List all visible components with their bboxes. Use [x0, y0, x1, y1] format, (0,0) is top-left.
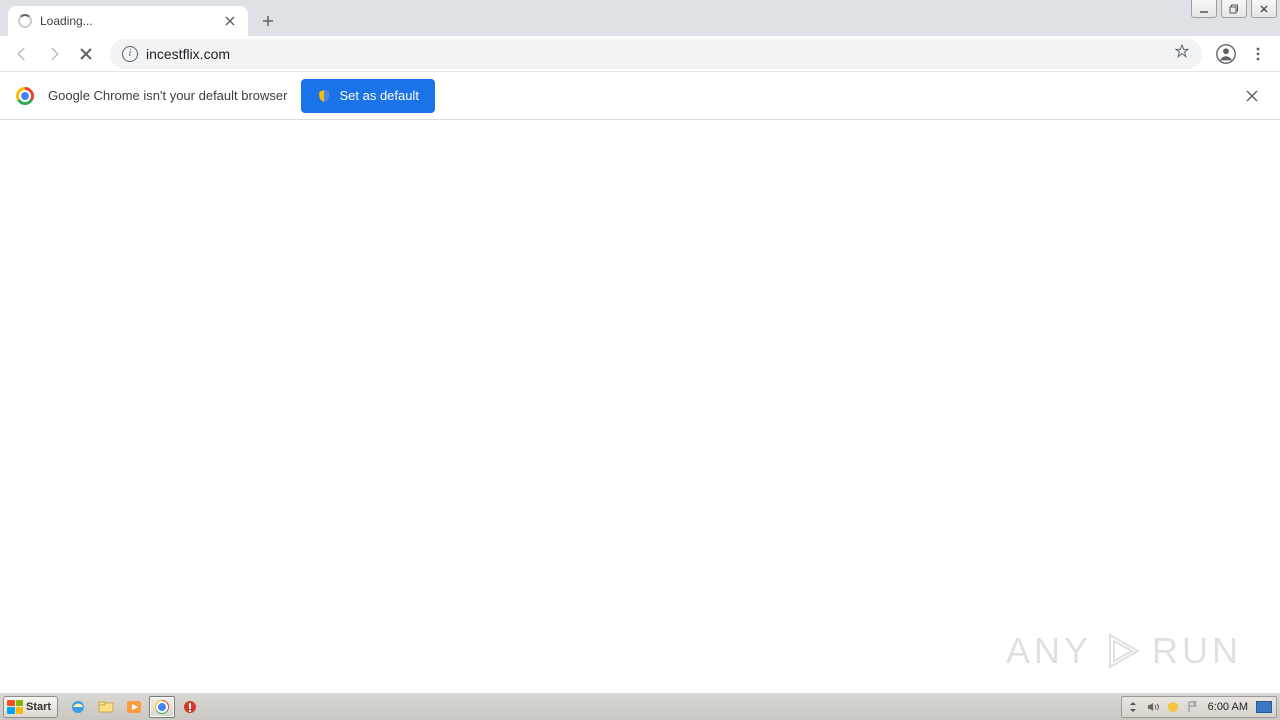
window-minimize-button[interactable] — [1191, 0, 1217, 18]
site-info-icon[interactable]: i — [122, 46, 138, 62]
page-content — [0, 120, 1280, 692]
set-as-default-button[interactable]: Set as default — [301, 79, 435, 113]
watermark-text-right: RUN — [1152, 630, 1242, 672]
anyrun-watermark: ANY RUN — [1006, 630, 1242, 672]
taskbar-app-icon[interactable] — [177, 696, 203, 718]
default-browser-infobar: Google Chrome isn't your default browser… — [0, 72, 1280, 120]
start-button[interactable]: Start — [3, 696, 58, 718]
browser-toolbar: i incestflix.com — [0, 36, 1280, 72]
menu-button[interactable] — [1244, 40, 1272, 68]
taskbar-chrome-icon[interactable] — [149, 696, 175, 718]
taskbar-ie-icon[interactable] — [65, 696, 91, 718]
chrome-logo-icon — [16, 87, 34, 105]
infobar-message: Google Chrome isn't your default browser — [48, 88, 287, 103]
taskbar-media-icon[interactable] — [121, 696, 147, 718]
tab-title: Loading... — [40, 14, 214, 28]
new-tab-button[interactable] — [254, 7, 282, 35]
back-button[interactable] — [8, 40, 36, 68]
tray-flag-icon[interactable] — [1186, 700, 1200, 714]
stop-button[interactable] — [72, 40, 100, 68]
tab-close-button[interactable] — [222, 13, 238, 29]
start-label: Start — [26, 701, 51, 713]
watermark-text-left: ANY — [1006, 630, 1092, 672]
system-tray: 6:00 AM — [1121, 696, 1277, 718]
window-close-button[interactable] — [1251, 0, 1277, 18]
address-bar[interactable]: i incestflix.com — [110, 39, 1202, 69]
shield-icon — [317, 89, 331, 103]
tab-strip: Loading... — [0, 0, 1280, 36]
url-text: incestflix.com — [146, 46, 1166, 62]
set-default-label: Set as default — [339, 88, 419, 103]
loading-spinner-icon — [18, 14, 32, 28]
windows-logo-icon — [7, 700, 23, 714]
taskbar-explorer-icon[interactable] — [93, 696, 119, 718]
browser-tab[interactable]: Loading... — [8, 6, 248, 36]
tray-expand-icon[interactable] — [1126, 700, 1140, 714]
show-desktop-button[interactable] — [1256, 701, 1272, 713]
windows-taskbar: Start 6:00 AM — [0, 692, 1280, 720]
tray-security-icon[interactable] — [1166, 700, 1180, 714]
bookmark-star-icon[interactable] — [1174, 43, 1190, 64]
tray-volume-icon[interactable] — [1146, 700, 1160, 714]
tray-clock[interactable]: 6:00 AM — [1206, 701, 1250, 713]
quick-launch — [65, 696, 203, 718]
infobar-close-button[interactable] — [1240, 84, 1264, 108]
play-outline-icon — [1102, 631, 1142, 671]
forward-button[interactable] — [40, 40, 68, 68]
window-maximize-button[interactable] — [1221, 0, 1247, 18]
profile-button[interactable] — [1212, 40, 1240, 68]
